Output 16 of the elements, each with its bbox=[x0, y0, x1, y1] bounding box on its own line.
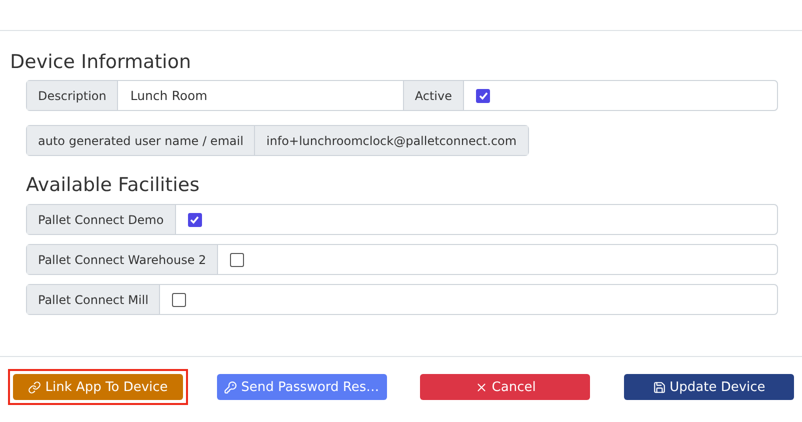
key-icon bbox=[224, 380, 238, 394]
link-icon bbox=[28, 380, 42, 394]
password-button[interactable]: Send Password Res… bbox=[216, 374, 387, 400]
facility-label: Pallet Connect Mill bbox=[27, 285, 160, 314]
link-button[interactable]: Link App To Device bbox=[13, 374, 183, 400]
save-icon bbox=[652, 380, 666, 394]
section-heading: Available Facilities bbox=[26, 174, 200, 196]
checkbox[interactable] bbox=[172, 292, 186, 306]
update-button[interactable]: Update Device bbox=[624, 374, 794, 400]
cancel-button[interactable]: Cancel bbox=[420, 374, 590, 400]
facility-label: Pallet Connect Warehouse 2 bbox=[27, 245, 218, 274]
close-icon bbox=[474, 380, 488, 394]
checkbox[interactable] bbox=[230, 252, 244, 266]
section-heading: Device Information bbox=[10, 51, 192, 73]
facility-label: Pallet Connect Demo bbox=[27, 205, 176, 234]
checkbox[interactable] bbox=[188, 212, 202, 226]
